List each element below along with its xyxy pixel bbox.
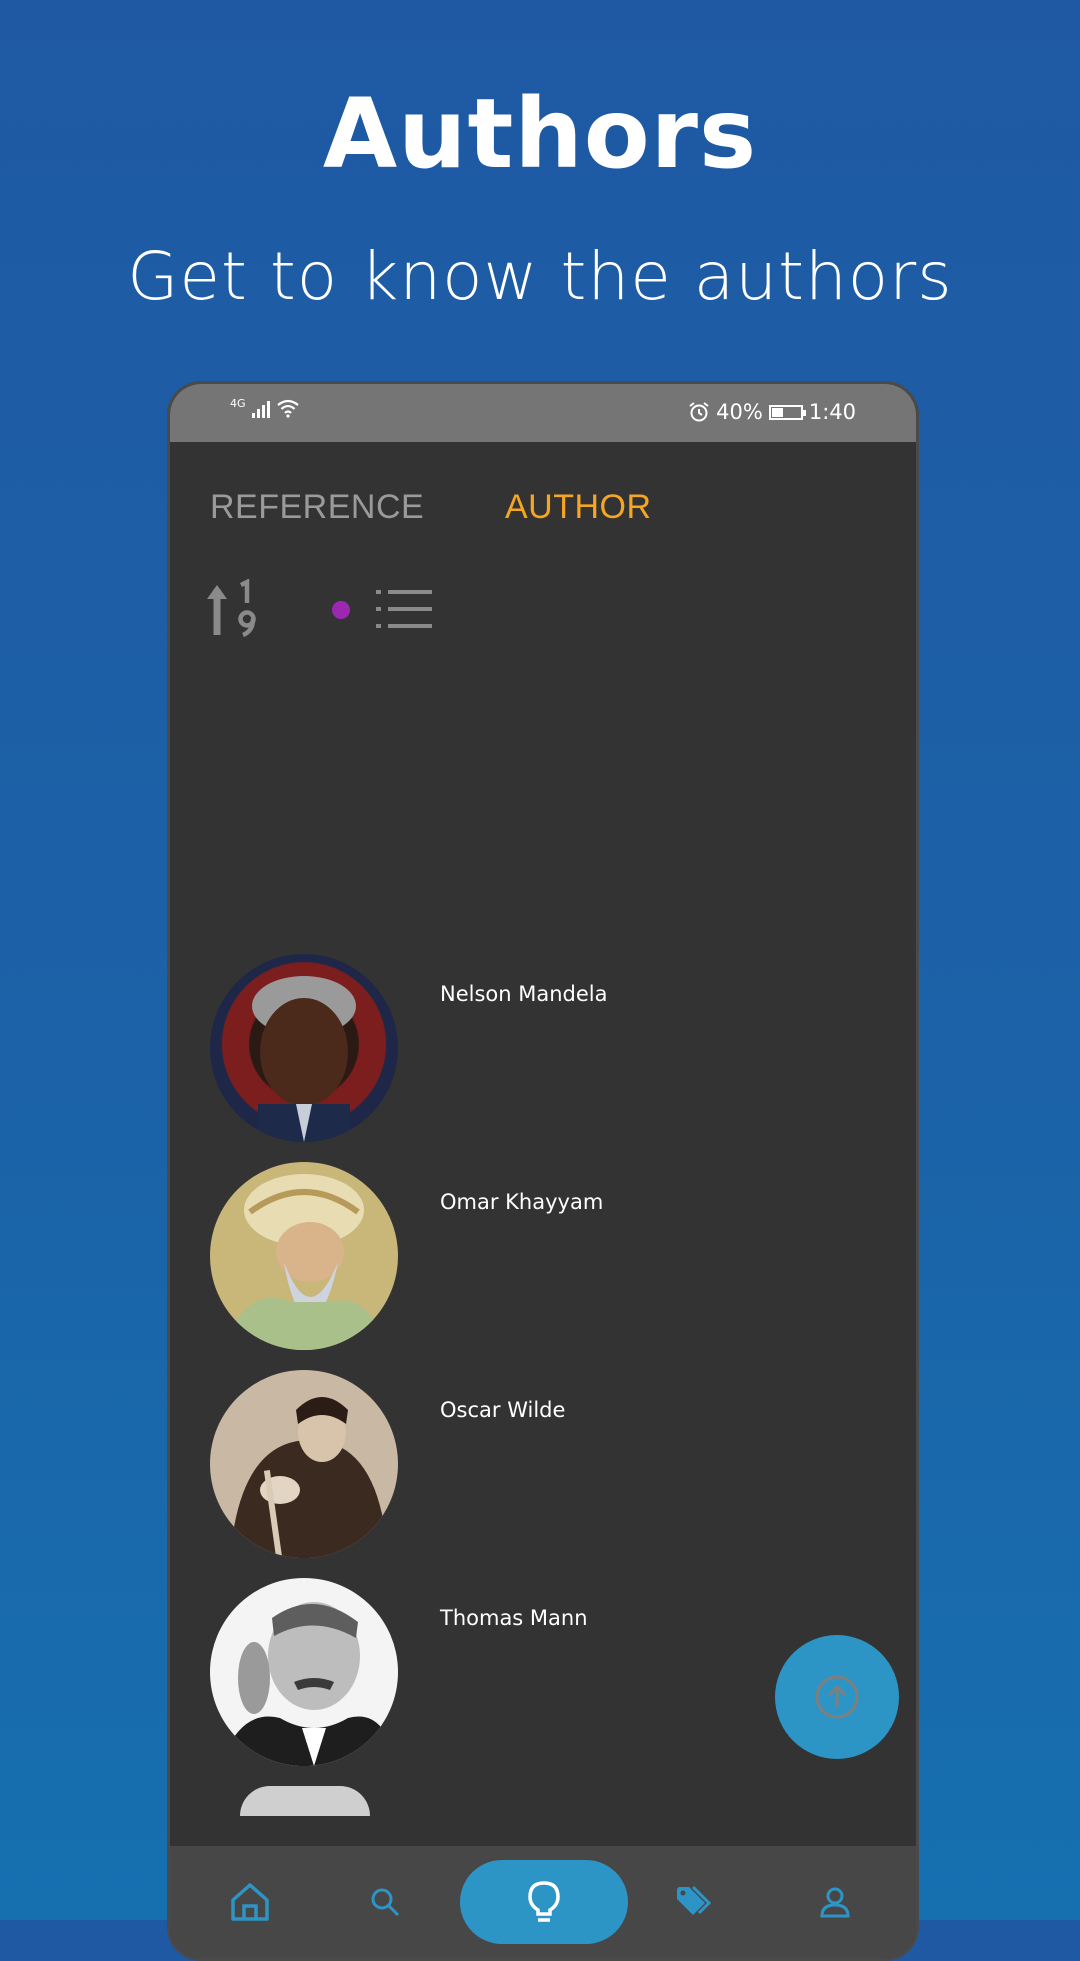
author-name[interactable]: Nelson Mandela xyxy=(440,982,608,1006)
tab-bar: REFERENCE AUTHOR xyxy=(170,442,916,567)
sort-numeric-icon[interactable] xyxy=(205,579,265,639)
alarm-icon xyxy=(689,402,709,422)
promo-subtitle: Get to know the authors xyxy=(127,238,953,315)
home-icon xyxy=(231,1883,269,1921)
nav-ideas[interactable] xyxy=(460,1846,628,1958)
portrait-image xyxy=(220,1602,396,1766)
nav-search[interactable] xyxy=(345,1846,425,1958)
tab-reference[interactable]: REFERENCE xyxy=(210,488,424,527)
tag-icon xyxy=(677,1885,712,1915)
nav-profile[interactable] xyxy=(795,1846,875,1958)
search-icon xyxy=(371,1888,400,1917)
list-item[interactable]: Omar Khayyam xyxy=(170,1162,916,1370)
partial-list-item xyxy=(240,1786,370,1816)
tab-author[interactable]: AUTHOR xyxy=(505,488,652,527)
portrait-image xyxy=(230,1397,388,1558)
bottom-nav xyxy=(170,1846,916,1958)
author-avatar[interactable] xyxy=(210,1578,398,1766)
battery-icon xyxy=(768,404,806,420)
list-toolbar xyxy=(170,569,916,649)
author-name[interactable]: Thomas Mann xyxy=(440,1606,588,1630)
portrait-image xyxy=(220,1174,388,1350)
list-item[interactable]: Nelson Mandela xyxy=(170,954,916,1162)
battery-percent: 40% xyxy=(716,400,763,424)
author-name[interactable]: Omar Khayyam xyxy=(440,1190,603,1214)
portrait-image xyxy=(252,976,356,1142)
clock: 1:40 xyxy=(808,400,856,424)
active-nav-pill xyxy=(460,1860,628,1944)
author-avatar[interactable] xyxy=(210,1162,398,1350)
promo-title: Authors xyxy=(322,78,758,190)
nav-tags[interactable] xyxy=(655,1846,735,1958)
arrow-up-circle-icon xyxy=(815,1675,859,1719)
wifi-icon xyxy=(276,399,299,418)
signal-icon xyxy=(251,398,270,418)
author-name[interactable]: Oscar Wilde xyxy=(440,1398,565,1422)
lightbulb-icon xyxy=(528,1881,560,1922)
nav-home[interactable] xyxy=(210,1846,290,1958)
author-avatar[interactable] xyxy=(210,1370,398,1558)
user-icon xyxy=(820,1887,850,1918)
network-type: 4G xyxy=(230,397,246,410)
list-item[interactable]: Oscar Wilde xyxy=(170,1370,916,1578)
phone-frame: 4G 40% 1:40 REFERENCE AUTHOR Nelson Mand… xyxy=(167,381,919,1961)
status-dot xyxy=(332,601,350,619)
status-bar: 4G 40% 1:40 xyxy=(170,384,916,442)
list-view-icon[interactable] xyxy=(376,587,432,631)
scroll-top-button[interactable] xyxy=(775,1635,899,1759)
author-avatar[interactable] xyxy=(210,954,398,1142)
